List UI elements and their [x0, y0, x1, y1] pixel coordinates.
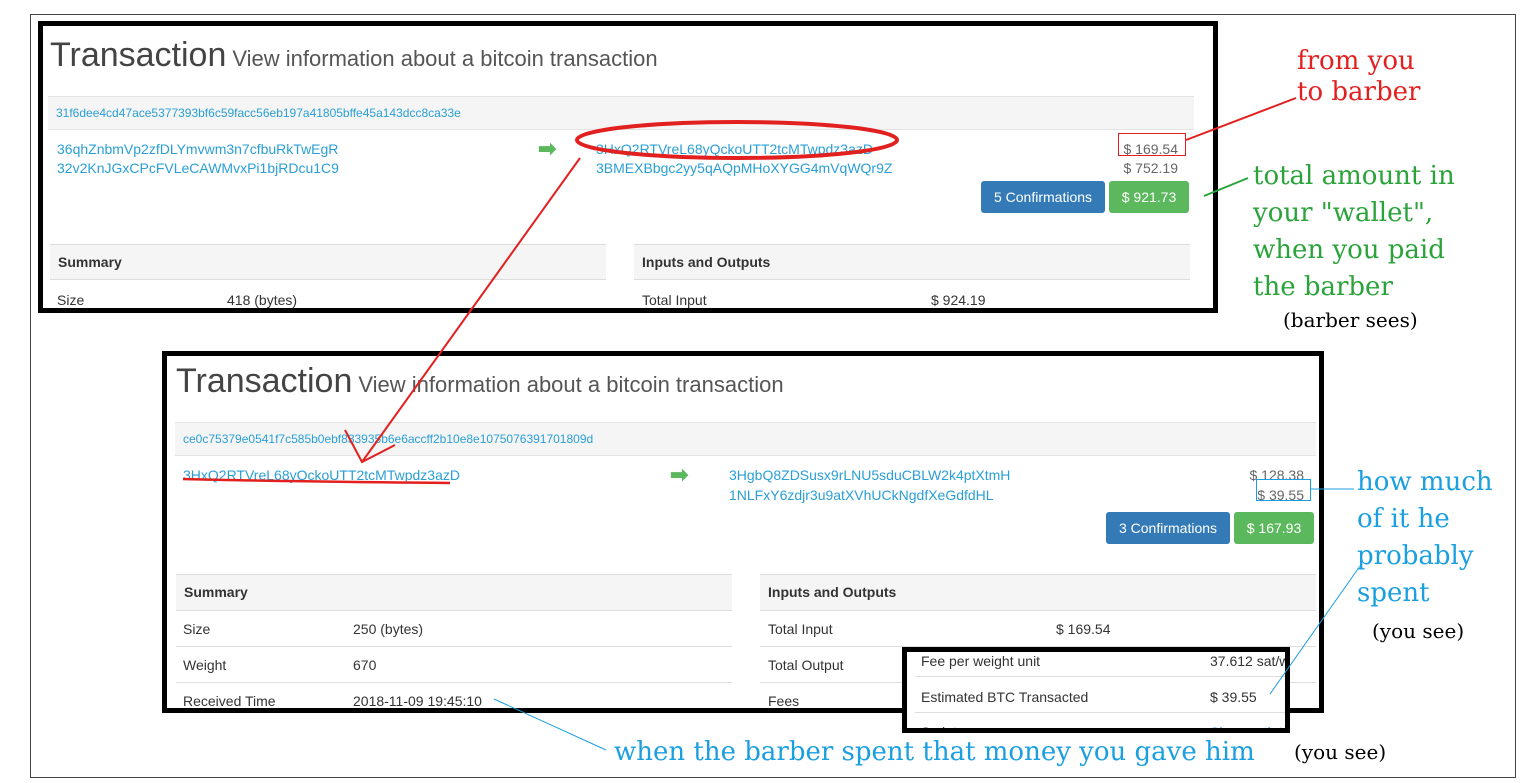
- red-underline: [182, 477, 451, 485]
- blue-connector-line: [493, 698, 607, 751]
- red-arrow-line: [361, 157, 581, 463]
- green-connector-line: [1203, 177, 1249, 197]
- highlight-ellipse: [575, 120, 899, 160]
- red-arrowhead: [344, 429, 396, 464]
- red-connector-line: [1185, 97, 1297, 141]
- annotation-strokes: [182, 97, 1361, 751]
- blue-connector-line: [1269, 565, 1361, 695]
